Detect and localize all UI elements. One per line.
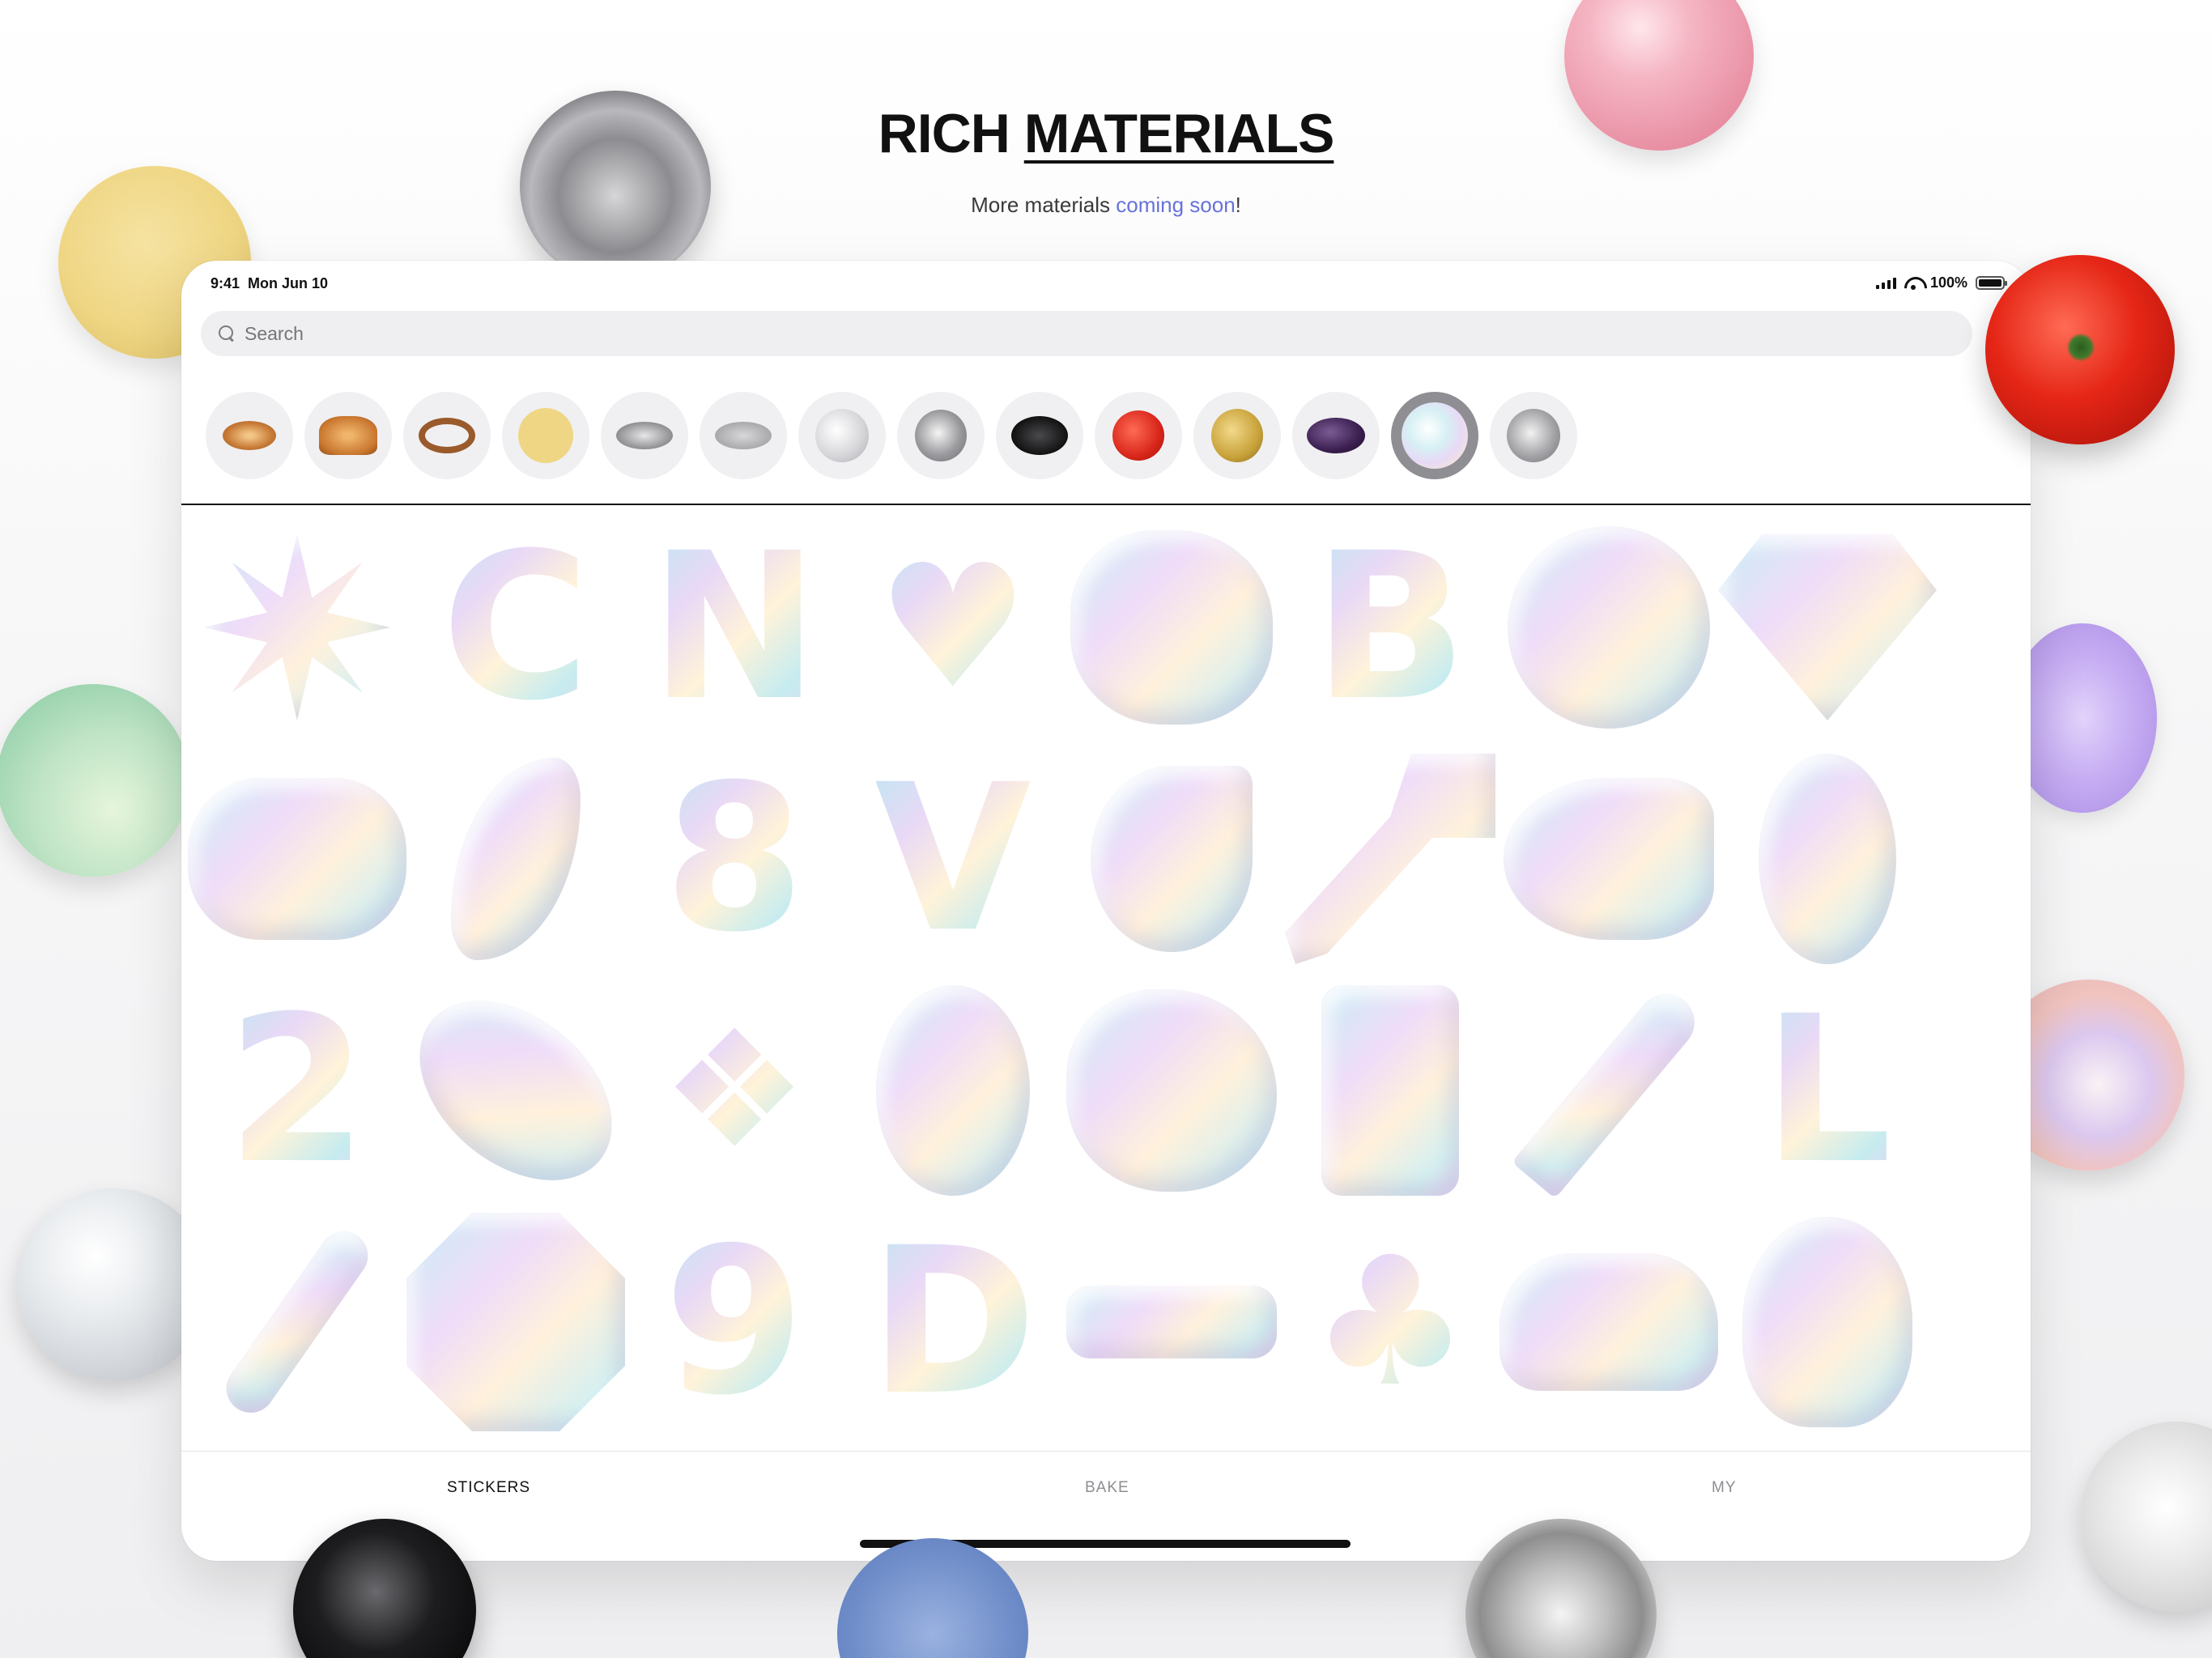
sticker-paw[interactable]: ❖ <box>625 976 844 1205</box>
battery-icon <box>1976 276 2007 290</box>
tablet-frame: 9:41 Mon Jun 10 100% C N <box>181 261 2031 1561</box>
material-butter[interactable] <box>502 392 589 479</box>
coming-soon-link[interactable]: coming soon <box>1116 193 1235 217</box>
tomato-sphere <box>1985 255 2175 444</box>
sticker-key[interactable] <box>1281 745 1499 973</box>
sticker-tooth[interactable] <box>1718 1208 1937 1436</box>
material-pearl[interactable] <box>798 392 886 479</box>
status-time: 9:41 <box>211 275 240 291</box>
battery-percent: 100% <box>1929 274 1967 291</box>
page-subtitle: More materials coming soon! <box>971 193 1241 217</box>
sticker-diamond[interactable] <box>1718 513 1937 742</box>
tab-my[interactable]: MY <box>1712 1479 1737 1497</box>
sticker-pill[interactable] <box>188 745 406 973</box>
material-metal-disc[interactable] <box>601 392 688 479</box>
sticker-heart-key[interactable] <box>188 1208 406 1436</box>
sticker-letter-n[interactable]: N <box>625 513 844 742</box>
sticker-star[interactable] <box>188 513 406 742</box>
material-silver[interactable] <box>1490 392 1577 479</box>
sticker-glasses[interactable] <box>1062 1208 1281 1436</box>
search-input[interactable] <box>245 322 730 345</box>
sticker-ellipse[interactable] <box>385 964 647 1217</box>
material-croissant[interactable] <box>304 392 392 479</box>
sticker-pen[interactable] <box>1499 976 1718 1205</box>
material-eggplant[interactable] <box>1292 392 1380 479</box>
sticker-hearts[interactable]: ♥ <box>844 513 1062 742</box>
sticker-letter-b[interactable]: B <box>1281 513 1499 742</box>
sticker-letter-v[interactable]: V <box>844 745 1062 973</box>
material-pewter-disc[interactable] <box>700 392 787 479</box>
tab-stickers[interactable]: STICKERS <box>447 1479 530 1497</box>
material-iridescent[interactable] <box>1391 392 1478 479</box>
tab-bake[interactable]: BAKE <box>1085 1479 1129 1497</box>
search-icon <box>219 325 235 342</box>
sticker-bird[interactable] <box>1062 745 1281 973</box>
sticker-octagon[interactable] <box>406 1208 625 1436</box>
cellular-signal-icon <box>1875 277 1896 289</box>
material-gold[interactable] <box>1193 392 1281 479</box>
search-bar[interactable] <box>201 311 1972 356</box>
sticker-wing[interactable] <box>406 745 625 973</box>
sticker-cloud[interactable] <box>1499 1208 1718 1436</box>
sticker-empty <box>1937 976 2031 1205</box>
sticker-grid: C N ♥ B 8 V 2 ❖ L 9 D ♣ <box>188 513 2031 1436</box>
sticker-empty <box>1937 513 2031 742</box>
sticker-letter-c[interactable]: C <box>406 513 625 742</box>
sticker-grid-viewport[interactable]: C N ♥ B 8 V 2 ❖ L 9 D ♣ <box>181 505 2031 1451</box>
material-picker <box>206 392 1577 479</box>
sticker-ball[interactable] <box>1499 513 1718 742</box>
sticker-clover[interactable]: ♣ <box>1281 1208 1499 1436</box>
sticker-egg[interactable] <box>844 976 1062 1205</box>
material-ring[interactable] <box>403 392 491 479</box>
green-sphere <box>0 684 189 877</box>
sticker-number-2[interactable]: 2 <box>188 976 406 1205</box>
material-tomato[interactable] <box>1095 392 1182 479</box>
wifi-icon <box>1904 277 1922 290</box>
sticker-flower[interactable] <box>1062 513 1281 742</box>
sticker-letter-d[interactable]: D <box>844 1208 1062 1436</box>
sticker-oval[interactable] <box>1718 745 1937 973</box>
material-chrome[interactable] <box>897 392 985 479</box>
pearl-sphere <box>2081 1422 2212 1611</box>
status-bar: 9:41 Mon Jun 10 100% <box>181 261 2031 309</box>
sticker-jar[interactable] <box>1281 976 1499 1205</box>
material-black[interactable] <box>996 392 1083 479</box>
sticker-number-8[interactable]: 8 <box>625 745 844 973</box>
sticker-blob[interactable] <box>1062 976 1281 1205</box>
page-title: RICH MATERIALS <box>878 103 1335 164</box>
material-bagel[interactable] <box>206 392 293 479</box>
sticker-boxing-glove[interactable] <box>1499 745 1718 973</box>
status-date: Mon Jun 10 <box>248 275 329 291</box>
sticker-number-9[interactable]: 9 <box>625 1208 844 1436</box>
sticker-empty <box>1937 745 2031 973</box>
sticker-empty <box>1937 1208 2031 1436</box>
sticker-letter-l[interactable]: L <box>1718 976 1937 1205</box>
